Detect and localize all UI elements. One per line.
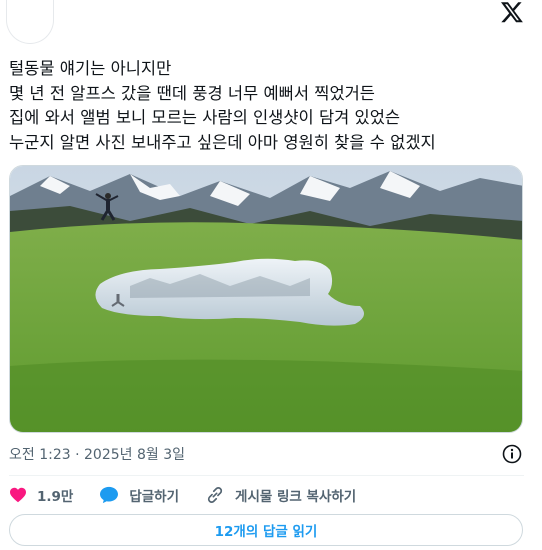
divider [9,475,524,476]
x-logo-icon[interactable] [500,0,524,24]
tweet-line: 집에 와서 앨범 보니 모르는 사람의 인생샷이 담겨 있었슨 [9,108,401,127]
alps-landscape-image [10,166,522,432]
tweet-photo[interactable] [9,165,523,433]
heart-icon [10,487,26,503]
like-count: 1.9만 [37,489,74,505]
link-icon [207,487,223,503]
tweet-line: 털동물 얘기는 아니지만 [9,59,172,78]
avatar[interactable] [6,0,54,44]
read-replies-button[interactable]: 12개의 답글 읽기 [9,514,523,546]
reply-label: 답글하기 [129,489,180,505]
tweet-text: 털동물 얘기는 아니지만 몇 년 전 알프스 갔을 땐데 풍경 너무 예뻐서 찍… [9,57,529,155]
info-icon[interactable] [502,444,522,464]
copy-link-label: 게시물 링크 복사하기 [235,489,357,505]
like-button[interactable]: 1.9만 [9,485,73,505]
tweet-actions: 1.9만 답글하기 게시물 링크 복사하기 [9,484,382,506]
tweet-timestamp[interactable]: 오전 1:23 · 2025년 8월 3일 [9,444,185,464]
reply-bubble-icon [100,486,119,504]
tweet-line: 몇 년 전 알프스 갔을 땐데 풍경 너무 예뻐서 찍었거든 [9,83,375,103]
reply-button[interactable]: 답글하기 [99,485,179,505]
copy-link-button[interactable]: 게시물 링크 복사하기 [205,485,356,505]
tweet-line: 누군지 알면 사진 보내주고 싶은데 아마 영원히 찾을 수 없겠지 [9,132,436,152]
